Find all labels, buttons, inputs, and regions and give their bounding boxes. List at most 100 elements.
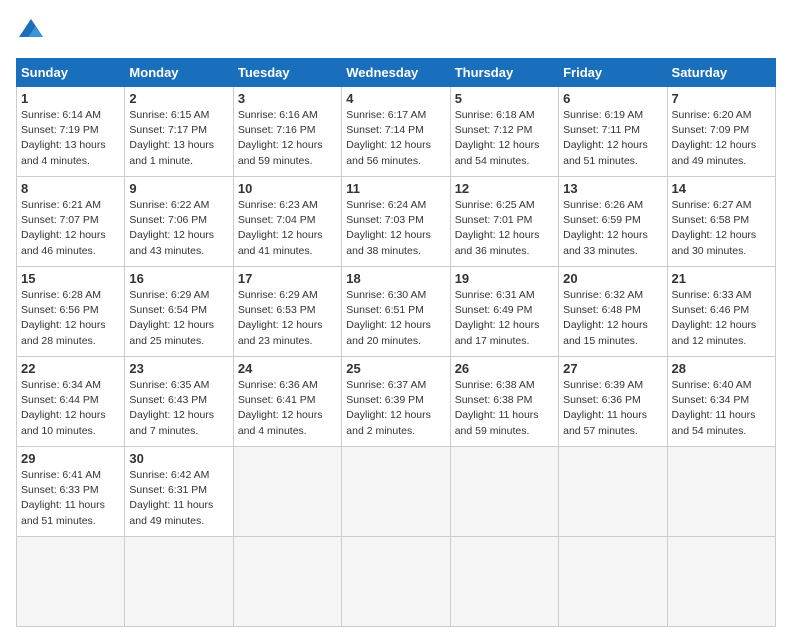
calendar-cell: 25 Sunrise: 6:37 AMSunset: 6:39 PMDaylig… (342, 357, 450, 447)
calendar-cell: 29 Sunrise: 6:41 AMSunset: 6:33 PMDaylig… (17, 447, 125, 537)
logo-icon (16, 16, 46, 46)
calendar-cell: 1 Sunrise: 6:14 AMSunset: 7:19 PMDayligh… (17, 87, 125, 177)
day-info: Sunrise: 6:35 AMSunset: 6:43 PMDaylight:… (129, 378, 228, 439)
calendar-week-row: 1 Sunrise: 6:14 AMSunset: 7:19 PMDayligh… (17, 87, 776, 177)
calendar-cell: 30 Sunrise: 6:42 AMSunset: 6:31 PMDaylig… (125, 447, 233, 537)
day-info: Sunrise: 6:25 AMSunset: 7:01 PMDaylight:… (455, 198, 554, 259)
calendar-cell (559, 447, 667, 537)
day-info: Sunrise: 6:18 AMSunset: 7:12 PMDaylight:… (455, 108, 554, 169)
day-number: 15 (21, 271, 120, 286)
day-number: 9 (129, 181, 228, 196)
day-info: Sunrise: 6:41 AMSunset: 6:33 PMDaylight:… (21, 468, 120, 529)
calendar-cell (450, 447, 558, 537)
calendar-cell: 26 Sunrise: 6:38 AMSunset: 6:38 PMDaylig… (450, 357, 558, 447)
day-number: 22 (21, 361, 120, 376)
day-info: Sunrise: 6:27 AMSunset: 6:58 PMDaylight:… (672, 198, 771, 259)
day-info: Sunrise: 6:36 AMSunset: 6:41 PMDaylight:… (238, 378, 337, 439)
day-info: Sunrise: 6:21 AMSunset: 7:07 PMDaylight:… (21, 198, 120, 259)
day-number: 20 (563, 271, 662, 286)
day-info: Sunrise: 6:17 AMSunset: 7:14 PMDaylight:… (346, 108, 445, 169)
calendar-cell (233, 447, 341, 537)
calendar-cell: 8 Sunrise: 6:21 AMSunset: 7:07 PMDayligh… (17, 177, 125, 267)
calendar-cell: 15 Sunrise: 6:28 AMSunset: 6:56 PMDaylig… (17, 267, 125, 357)
calendar-cell: 28 Sunrise: 6:40 AMSunset: 6:34 PMDaylig… (667, 357, 775, 447)
calendar-cell: 3 Sunrise: 6:16 AMSunset: 7:16 PMDayligh… (233, 87, 341, 177)
calendar-cell: 27 Sunrise: 6:39 AMSunset: 6:36 PMDaylig… (559, 357, 667, 447)
day-number: 13 (563, 181, 662, 196)
calendar-cell (667, 537, 775, 627)
day-number: 4 (346, 91, 445, 106)
calendar-cell: 14 Sunrise: 6:27 AMSunset: 6:58 PMDaylig… (667, 177, 775, 267)
day-number: 26 (455, 361, 554, 376)
day-info: Sunrise: 6:19 AMSunset: 7:11 PMDaylight:… (563, 108, 662, 169)
day-info: Sunrise: 6:42 AMSunset: 6:31 PMDaylight:… (129, 468, 228, 529)
day-number: 6 (563, 91, 662, 106)
calendar-cell: 22 Sunrise: 6:34 AMSunset: 6:44 PMDaylig… (17, 357, 125, 447)
day-info: Sunrise: 6:22 AMSunset: 7:06 PMDaylight:… (129, 198, 228, 259)
calendar-cell: 4 Sunrise: 6:17 AMSunset: 7:14 PMDayligh… (342, 87, 450, 177)
day-number: 2 (129, 91, 228, 106)
calendar-cell (559, 537, 667, 627)
day-info: Sunrise: 6:29 AMSunset: 6:53 PMDaylight:… (238, 288, 337, 349)
calendar-cell: 21 Sunrise: 6:33 AMSunset: 6:46 PMDaylig… (667, 267, 775, 357)
day-info: Sunrise: 6:15 AMSunset: 7:17 PMDaylight:… (129, 108, 228, 169)
day-number: 25 (346, 361, 445, 376)
day-info: Sunrise: 6:39 AMSunset: 6:36 PMDaylight:… (563, 378, 662, 439)
calendar-table: SundayMondayTuesdayWednesdayThursdayFrid… (16, 58, 776, 627)
day-number: 3 (238, 91, 337, 106)
calendar-week-row: 15 Sunrise: 6:28 AMSunset: 6:56 PMDaylig… (17, 267, 776, 357)
calendar-cell: 23 Sunrise: 6:35 AMSunset: 6:43 PMDaylig… (125, 357, 233, 447)
calendar-week-row: 8 Sunrise: 6:21 AMSunset: 7:07 PMDayligh… (17, 177, 776, 267)
weekday-header-friday: Friday (559, 59, 667, 87)
weekday-header-thursday: Thursday (450, 59, 558, 87)
logo (16, 16, 50, 46)
calendar-cell: 10 Sunrise: 6:23 AMSunset: 7:04 PMDaylig… (233, 177, 341, 267)
calendar-cell: 24 Sunrise: 6:36 AMSunset: 6:41 PMDaylig… (233, 357, 341, 447)
calendar-cell (342, 447, 450, 537)
day-info: Sunrise: 6:16 AMSunset: 7:16 PMDaylight:… (238, 108, 337, 169)
calendar-cell (342, 537, 450, 627)
day-number: 8 (21, 181, 120, 196)
day-number: 17 (238, 271, 337, 286)
calendar-cell (450, 537, 558, 627)
calendar-cell: 19 Sunrise: 6:31 AMSunset: 6:49 PMDaylig… (450, 267, 558, 357)
calendar-week-row: 22 Sunrise: 6:34 AMSunset: 6:44 PMDaylig… (17, 357, 776, 447)
day-number: 29 (21, 451, 120, 466)
day-info: Sunrise: 6:33 AMSunset: 6:46 PMDaylight:… (672, 288, 771, 349)
calendar-cell: 2 Sunrise: 6:15 AMSunset: 7:17 PMDayligh… (125, 87, 233, 177)
day-info: Sunrise: 6:14 AMSunset: 7:19 PMDaylight:… (21, 108, 120, 169)
day-number: 10 (238, 181, 337, 196)
calendar-cell: 5 Sunrise: 6:18 AMSunset: 7:12 PMDayligh… (450, 87, 558, 177)
weekday-header-monday: Monday (125, 59, 233, 87)
weekday-header-saturday: Saturday (667, 59, 775, 87)
calendar-cell (667, 447, 775, 537)
day-number: 28 (672, 361, 771, 376)
day-info: Sunrise: 6:20 AMSunset: 7:09 PMDaylight:… (672, 108, 771, 169)
day-number: 21 (672, 271, 771, 286)
day-number: 23 (129, 361, 228, 376)
day-info: Sunrise: 6:23 AMSunset: 7:04 PMDaylight:… (238, 198, 337, 259)
calendar-cell (17, 537, 125, 627)
calendar-cell: 9 Sunrise: 6:22 AMSunset: 7:06 PMDayligh… (125, 177, 233, 267)
day-info: Sunrise: 6:26 AMSunset: 6:59 PMDaylight:… (563, 198, 662, 259)
day-info: Sunrise: 6:24 AMSunset: 7:03 PMDaylight:… (346, 198, 445, 259)
day-number: 18 (346, 271, 445, 286)
day-info: Sunrise: 6:40 AMSunset: 6:34 PMDaylight:… (672, 378, 771, 439)
calendar-cell: 20 Sunrise: 6:32 AMSunset: 6:48 PMDaylig… (559, 267, 667, 357)
weekday-header-tuesday: Tuesday (233, 59, 341, 87)
page-header (16, 16, 776, 46)
weekday-header-sunday: Sunday (17, 59, 125, 87)
calendar-cell: 7 Sunrise: 6:20 AMSunset: 7:09 PMDayligh… (667, 87, 775, 177)
calendar-cell: 12 Sunrise: 6:25 AMSunset: 7:01 PMDaylig… (450, 177, 558, 267)
day-number: 27 (563, 361, 662, 376)
day-number: 5 (455, 91, 554, 106)
calendar-cell: 17 Sunrise: 6:29 AMSunset: 6:53 PMDaylig… (233, 267, 341, 357)
day-info: Sunrise: 6:38 AMSunset: 6:38 PMDaylight:… (455, 378, 554, 439)
day-number: 1 (21, 91, 120, 106)
day-number: 30 (129, 451, 228, 466)
day-number: 24 (238, 361, 337, 376)
calendar-week-row (17, 537, 776, 627)
calendar-cell: 11 Sunrise: 6:24 AMSunset: 7:03 PMDaylig… (342, 177, 450, 267)
calendar-cell (125, 537, 233, 627)
day-number: 14 (672, 181, 771, 196)
